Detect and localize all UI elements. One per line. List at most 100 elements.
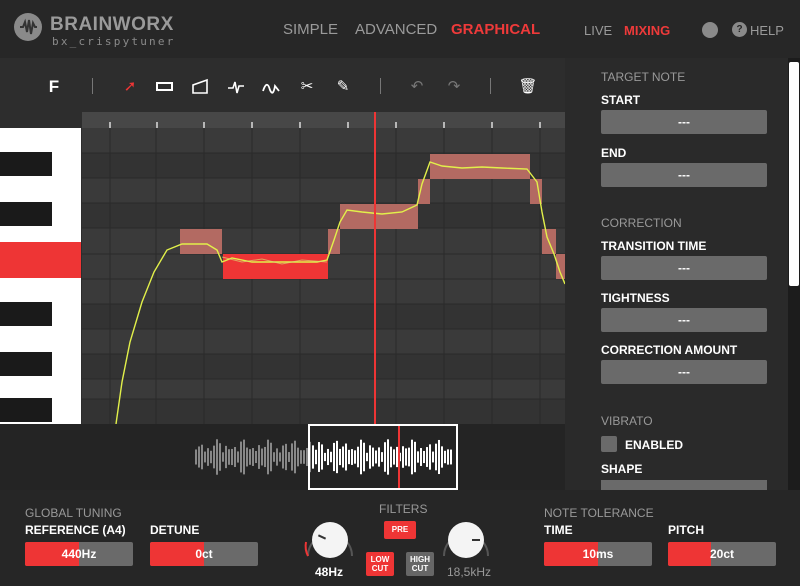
rectangle-tool-icon[interactable] [155, 77, 175, 97]
piano-keyboard[interactable] [0, 128, 81, 424]
waveform-bar [249, 449, 251, 465]
divider [92, 78, 93, 94]
waveform-bar [216, 439, 218, 475]
waveform-bar [288, 452, 290, 462]
mixing-toggle[interactable]: MIXING [624, 23, 670, 38]
reference-label: REFERENCE (A4) [25, 523, 126, 537]
panel-scrollbar[interactable] [788, 58, 800, 490]
correction-amount-label: CORRECTION AMOUNT [601, 343, 738, 357]
transition-time-field[interactable]: --- [601, 256, 767, 280]
scissors-icon[interactable]: ✂ [297, 77, 317, 97]
waveform-bar [204, 451, 206, 463]
divider [380, 78, 381, 94]
tab-graphical[interactable]: GRAPHICAL [451, 21, 540, 38]
detune-slider[interactable]: 0ct [150, 542, 258, 566]
high-cut-value: 18,5kHz [447, 565, 492, 579]
black-key[interactable] [0, 202, 52, 226]
pitch-label: PITCH [668, 523, 704, 537]
waveform-bar [279, 452, 281, 462]
waveform-bar [303, 450, 305, 464]
brand-name: BRAINWORX [50, 14, 174, 35]
waveform-bar [240, 441, 242, 473]
note-block [180, 229, 222, 254]
waveform-bar [219, 443, 221, 471]
end-field[interactable]: --- [601, 163, 767, 187]
pitch-tool-icon[interactable] [226, 77, 246, 97]
transition-time-label: TRANSITION TIME [601, 239, 707, 253]
pitch-slider[interactable]: 20ct [668, 542, 776, 566]
brainworx-logo-icon [14, 13, 42, 41]
redo-icon[interactable]: ↷ [444, 77, 464, 97]
filters-heading: FILTERS [379, 502, 428, 516]
waveform-bar [225, 445, 227, 469]
waveform-bar [243, 439, 245, 475]
vibrato-enabled-label: ENABLED [625, 438, 684, 452]
waveform-overview[interactable] [0, 424, 565, 490]
waveform-bar [252, 448, 254, 466]
start-field[interactable]: --- [601, 110, 767, 134]
black-key[interactable] [0, 398, 52, 422]
selected-note-block [223, 254, 328, 279]
note-block [556, 254, 565, 279]
timeline-ruler[interactable] [82, 112, 565, 128]
pen-icon[interactable]: ✎ [333, 77, 353, 97]
waveform-bar [195, 449, 197, 465]
live-toggle[interactable]: LIVE [584, 23, 612, 38]
color-theme-icon[interactable] [702, 22, 718, 38]
trash-icon[interactable]: 🗑 [518, 77, 538, 97]
waveform-bar [237, 451, 239, 463]
overview-viewport[interactable] [308, 424, 458, 490]
pre-button[interactable]: PRE [384, 521, 416, 539]
black-key[interactable] [0, 152, 52, 176]
waveform-bar [207, 448, 209, 466]
tightness-field[interactable]: --- [601, 308, 767, 332]
waveform-bar [294, 440, 296, 474]
target-note-heading: TARGET NOTE [601, 70, 686, 84]
waveform-bar [210, 450, 212, 464]
ramp-tool-icon[interactable] [190, 77, 210, 97]
time-slider[interactable]: 10ms [544, 542, 652, 566]
waveform-bar [246, 447, 248, 467]
scrollbar-thumb[interactable] [789, 62, 799, 286]
detune-value: 0ct [195, 547, 213, 561]
correction-amount-field[interactable]: --- [601, 360, 767, 384]
end-label: END [601, 146, 627, 160]
high-cut-button[interactable]: HIGH CUT [406, 552, 434, 576]
waveform-bar [264, 446, 266, 468]
waveform-bar [276, 448, 278, 466]
low-cut-button[interactable]: LOW CUT [366, 552, 394, 576]
vibrato-tool-icon[interactable] [261, 77, 281, 97]
tab-advanced[interactable]: ADVANCED [355, 21, 437, 38]
format-button[interactable]: F [44, 77, 64, 97]
shape-label: SHAPE [601, 462, 643, 476]
help-button[interactable]: HELP [750, 23, 784, 38]
select-arrow-icon[interactable]: ➚ [120, 77, 140, 97]
waveform-bar [285, 443, 287, 471]
active-key[interactable] [0, 242, 81, 278]
overview-playhead [398, 426, 400, 488]
tightness-label: TIGHTNESS [601, 291, 670, 305]
waveform-bar [291, 443, 293, 471]
shape-field[interactable] [601, 480, 767, 490]
playhead[interactable] [374, 112, 376, 424]
black-key[interactable] [0, 352, 52, 376]
reference-slider[interactable]: 440Hz [25, 542, 133, 566]
note-grid[interactable] [82, 112, 565, 424]
vibrato-enabled-checkbox[interactable] [601, 436, 617, 452]
waveform-bar [261, 448, 263, 466]
black-key[interactable] [0, 302, 52, 326]
help-icon[interactable]: ? [732, 22, 747, 37]
detected-pitch-curve [115, 161, 565, 424]
low-cut-knob[interactable] [312, 522, 348, 558]
undo-icon[interactable]: ↶ [407, 77, 427, 97]
waveform-bar [228, 449, 230, 465]
waveform-bar [255, 450, 257, 464]
pitch-value: 20ct [709, 547, 735, 561]
high-cut-knob[interactable] [448, 522, 484, 558]
waveform-bar [231, 448, 233, 466]
product-name: bx_crispytuner [52, 35, 176, 48]
tab-simple[interactable]: SIMPLE [283, 21, 338, 38]
waveform-bar [267, 439, 269, 475]
waveform-bar [234, 447, 236, 467]
waveform-bar [213, 445, 215, 469]
